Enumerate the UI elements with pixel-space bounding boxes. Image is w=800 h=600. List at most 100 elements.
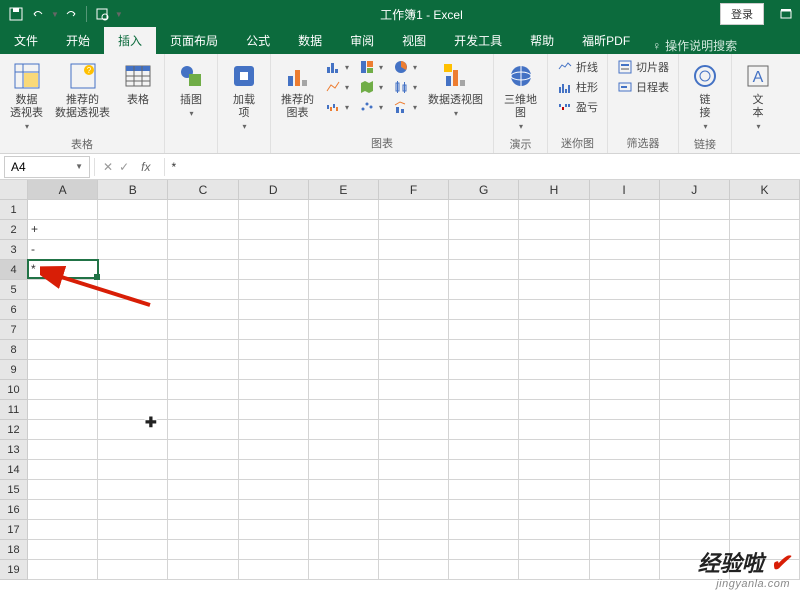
- column-header[interactable]: A: [28, 180, 98, 200]
- cell[interactable]: [309, 560, 379, 580]
- row-header[interactable]: 8: [0, 340, 28, 360]
- cell[interactable]: [590, 500, 660, 520]
- cell[interactable]: [28, 360, 98, 380]
- cell[interactable]: [168, 320, 238, 340]
- cell[interactable]: [379, 340, 449, 360]
- cell[interactable]: [590, 300, 660, 320]
- cell[interactable]: [660, 260, 730, 280]
- cell[interactable]: [98, 440, 168, 460]
- cell[interactable]: [449, 340, 519, 360]
- column-header[interactable]: G: [449, 180, 519, 200]
- cell[interactable]: [590, 260, 660, 280]
- cell[interactable]: [28, 400, 98, 420]
- row-header[interactable]: 16: [0, 500, 28, 520]
- cell[interactable]: [660, 500, 730, 520]
- cell[interactable]: [730, 340, 800, 360]
- tab-insert[interactable]: 插入: [104, 27, 156, 54]
- undo-icon[interactable]: [28, 4, 48, 24]
- cell[interactable]: [379, 360, 449, 380]
- pivot-chart-button[interactable]: 数据透视图▾: [424, 58, 487, 121]
- cell[interactable]: [168, 560, 238, 580]
- cell[interactable]: [590, 480, 660, 500]
- row-header[interactable]: 13: [0, 440, 28, 460]
- cell[interactable]: [660, 360, 730, 380]
- cell[interactable]: [379, 500, 449, 520]
- qat-customize-icon[interactable]: ▼: [115, 10, 123, 19]
- cell[interactable]: [28, 540, 98, 560]
- tab-dev[interactable]: 开发工具: [440, 27, 516, 54]
- cell[interactable]: [168, 420, 238, 440]
- cell[interactable]: [449, 480, 519, 500]
- cell[interactable]: [98, 400, 168, 420]
- cell[interactable]: [379, 380, 449, 400]
- map-chart-button[interactable]: ▾: [356, 78, 386, 96]
- cell[interactable]: [309, 320, 379, 340]
- sparkline-line-button[interactable]: 折线: [554, 58, 601, 76]
- cell[interactable]: [98, 260, 168, 280]
- cell[interactable]: [239, 320, 309, 340]
- cell[interactable]: [28, 280, 98, 300]
- cell[interactable]: [660, 520, 730, 540]
- cell[interactable]: [239, 440, 309, 460]
- cell[interactable]: [98, 460, 168, 480]
- cell[interactable]: [168, 400, 238, 420]
- row-header[interactable]: 19: [0, 560, 28, 580]
- cell[interactable]: [660, 420, 730, 440]
- cell[interactable]: [730, 300, 800, 320]
- cell[interactable]: [168, 540, 238, 560]
- cell[interactable]: [519, 460, 589, 480]
- cell[interactable]: [590, 320, 660, 340]
- cell[interactable]: [98, 420, 168, 440]
- cell[interactable]: [168, 520, 238, 540]
- column-header[interactable]: F: [379, 180, 449, 200]
- cell[interactable]: [239, 300, 309, 320]
- cell[interactable]: [449, 260, 519, 280]
- cell[interactable]: [379, 200, 449, 220]
- slicer-button[interactable]: 切片器: [614, 58, 672, 76]
- cell[interactable]: [98, 560, 168, 580]
- scatter-chart-button[interactable]: ▾: [356, 98, 386, 116]
- cell[interactable]: [28, 300, 98, 320]
- cell[interactable]: [239, 380, 309, 400]
- cell[interactable]: [239, 400, 309, 420]
- cell[interactable]: [519, 220, 589, 240]
- cell[interactable]: [590, 280, 660, 300]
- cell[interactable]: [449, 560, 519, 580]
- cell[interactable]: [98, 280, 168, 300]
- column-header[interactable]: H: [519, 180, 589, 200]
- cell[interactable]: [98, 320, 168, 340]
- cell[interactable]: [449, 440, 519, 460]
- cell[interactable]: [449, 200, 519, 220]
- cell[interactable]: [28, 320, 98, 340]
- cell[interactable]: [28, 340, 98, 360]
- column-header[interactable]: E: [309, 180, 379, 200]
- cell[interactable]: [730, 360, 800, 380]
- cell[interactable]: [98, 300, 168, 320]
- tab-home[interactable]: 开始: [52, 27, 104, 54]
- tab-view[interactable]: 视图: [388, 27, 440, 54]
- row-header[interactable]: 18: [0, 540, 28, 560]
- cell[interactable]: [98, 520, 168, 540]
- cell[interactable]: [590, 520, 660, 540]
- cell[interactable]: [168, 380, 238, 400]
- cell[interactable]: [519, 480, 589, 500]
- row-header[interactable]: 15: [0, 480, 28, 500]
- cell[interactable]: [309, 280, 379, 300]
- cell[interactable]: [309, 300, 379, 320]
- cell[interactable]: [519, 520, 589, 540]
- cell[interactable]: [730, 460, 800, 480]
- cell[interactable]: [519, 280, 589, 300]
- cell[interactable]: [449, 400, 519, 420]
- cell[interactable]: [730, 420, 800, 440]
- cell[interactable]: [309, 520, 379, 540]
- cell[interactable]: [660, 200, 730, 220]
- tab-foxit[interactable]: 福昕PDF: [568, 27, 644, 54]
- login-button[interactable]: 登录: [720, 3, 764, 25]
- cell[interactable]: [660, 400, 730, 420]
- cell[interactable]: [98, 200, 168, 220]
- hierarchy-chart-button[interactable]: ▾: [356, 58, 386, 76]
- cell[interactable]: [449, 500, 519, 520]
- cell[interactable]: [449, 300, 519, 320]
- cell[interactable]: [379, 400, 449, 420]
- cell[interactable]: [449, 220, 519, 240]
